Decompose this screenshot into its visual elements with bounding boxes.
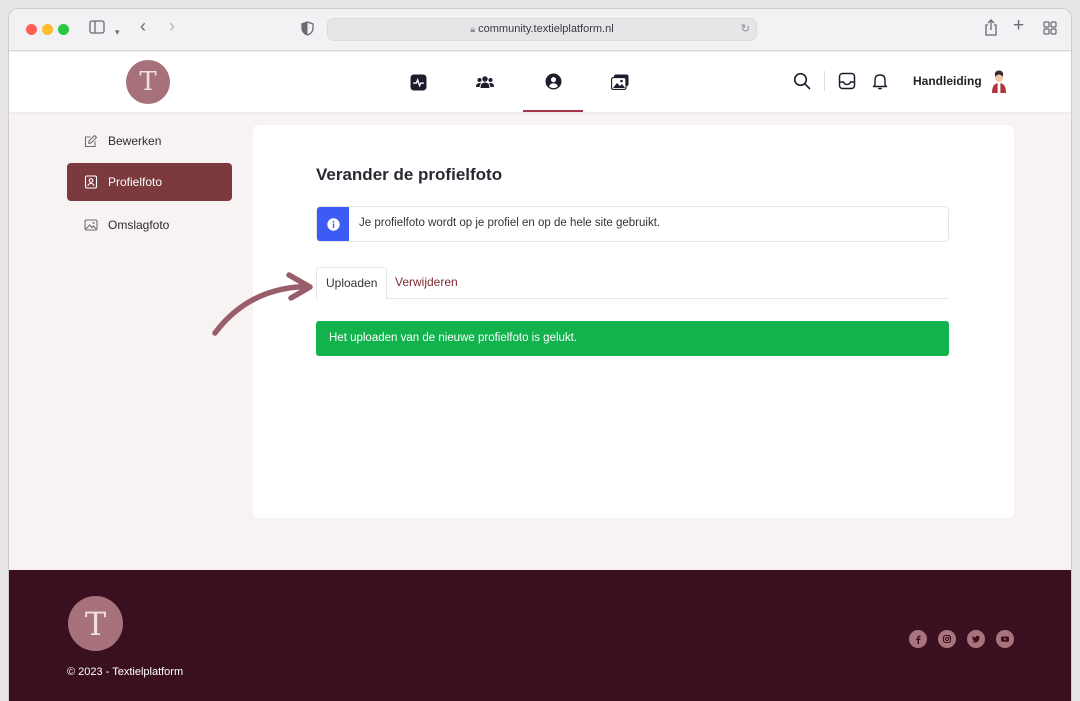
sidebar-item-label: Profielfoto bbox=[108, 175, 163, 189]
browser-toolbar: ▾ ‹ › 🔒︎ community.textielplatform.nl ↻ + bbox=[9, 9, 1071, 51]
info-notice: Je profielfoto wordt op je profiel en op… bbox=[316, 206, 949, 242]
address-bar[interactable]: 🔒︎ community.textielplatform.nl ↻ bbox=[327, 18, 757, 41]
tab-overview-icon[interactable] bbox=[1043, 21, 1057, 39]
sidebar-toggle-icon[interactable] bbox=[89, 20, 105, 38]
instagram-icon[interactable] bbox=[938, 630, 956, 648]
bell-icon[interactable] bbox=[871, 72, 889, 90]
forward-icon[interactable]: › bbox=[169, 17, 175, 35]
sidebar-item-profielfoto[interactable]: Profielfoto bbox=[67, 163, 232, 201]
site-footer: T © 2023 - Textielplatform bbox=[9, 570, 1071, 701]
back-icon[interactable]: ‹ bbox=[140, 17, 146, 35]
logo-letter: T bbox=[139, 67, 157, 97]
shield-icon[interactable] bbox=[301, 21, 314, 40]
copyright-text: © 2023 - Textielplatform bbox=[67, 666, 184, 678]
sidebar-item-label: Bewerken bbox=[108, 134, 162, 148]
page-title: Verander de profielfoto bbox=[316, 165, 503, 184]
media-icon bbox=[611, 74, 629, 90]
youtube-icon[interactable] bbox=[996, 630, 1014, 648]
footer-logo-letter: T bbox=[84, 604, 107, 643]
profile-icon bbox=[545, 73, 561, 89]
tab-verwijderen[interactable]: Verwijderen bbox=[386, 267, 467, 299]
browser-window: ▾ ‹ › 🔒︎ community.textielplatform.nl ↻ +… bbox=[8, 8, 1072, 701]
minimize-window-button[interactable] bbox=[42, 24, 53, 35]
site-logo[interactable]: T bbox=[126, 60, 170, 104]
sidebar-item-label: Omslagfoto bbox=[108, 218, 170, 232]
site-header: T Handleiding bbox=[9, 52, 1071, 112]
chevron-down-icon[interactable]: ▾ bbox=[115, 23, 120, 41]
nav-profile[interactable] bbox=[523, 52, 583, 112]
user-avatar[interactable] bbox=[989, 69, 1009, 95]
groups-icon bbox=[476, 76, 494, 88]
url-text: community.textielplatform.nl bbox=[478, 23, 614, 35]
header-divider bbox=[824, 71, 825, 91]
twitter-icon[interactable] bbox=[967, 630, 985, 648]
profile-photo-icon bbox=[84, 175, 98, 189]
maximize-window-button[interactable] bbox=[58, 24, 69, 35]
tab-uploaden[interactable]: Uploaden bbox=[316, 267, 388, 300]
edit-icon bbox=[84, 134, 98, 148]
new-tab-icon[interactable]: + bbox=[1013, 16, 1024, 35]
search-icon[interactable] bbox=[793, 72, 811, 90]
lock-icon: 🔒︎ bbox=[470, 24, 476, 34]
sidebar-item-bewerken[interactable]: Bewerken bbox=[67, 122, 232, 160]
facebook-icon[interactable] bbox=[909, 630, 927, 648]
inbox-icon[interactable] bbox=[838, 72, 856, 90]
cover-photo-icon bbox=[84, 219, 98, 231]
share-icon[interactable] bbox=[984, 19, 998, 40]
sidebar-item-omslagfoto[interactable]: Omslagfoto bbox=[67, 206, 232, 244]
close-window-button[interactable] bbox=[26, 24, 37, 35]
activity-icon bbox=[410, 74, 426, 90]
info-text: Je profielfoto wordt op je profiel en op… bbox=[359, 217, 661, 229]
nav-activity[interactable] bbox=[388, 52, 448, 112]
profile-photo-card: Verander de profielfoto Je profielfoto w… bbox=[253, 125, 1014, 518]
footer-logo[interactable]: T bbox=[68, 596, 123, 651]
success-message: Het uploaden van de nieuwe profielfoto i… bbox=[316, 321, 949, 356]
info-icon bbox=[317, 207, 349, 241]
annotation-arrow bbox=[212, 272, 313, 336]
nav-media[interactable] bbox=[590, 52, 650, 112]
photo-tabs: Uploaden Verwijderen bbox=[316, 267, 949, 300]
manual-link[interactable]: Handleiding bbox=[913, 74, 982, 88]
reload-icon[interactable]: ↻ bbox=[741, 19, 750, 40]
nav-groups[interactable] bbox=[455, 52, 515, 112]
